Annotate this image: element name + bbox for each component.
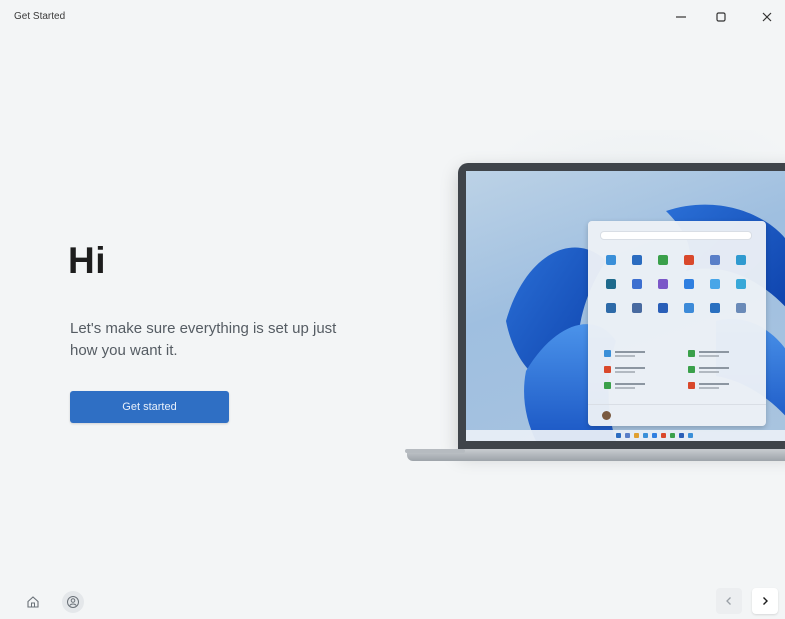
start-search-bar <box>600 231 752 240</box>
laptop-screen <box>466 171 785 441</box>
user-avatar <box>602 411 611 420</box>
page-title: Hi <box>68 240 106 281</box>
minimize-icon <box>676 16 686 18</box>
minimize-button[interactable] <box>666 4 696 30</box>
maximize-button[interactable] <box>706 4 736 30</box>
laptop-base-edge <box>405 449 465 453</box>
taskbar <box>466 430 785 441</box>
start-menu <box>588 221 766 426</box>
account-icon <box>67 596 79 608</box>
laptop-illustration <box>458 163 785 451</box>
start-menu-footer <box>588 404 766 426</box>
page-subtitle: Let's make sure everything is set up jus… <box>70 320 337 359</box>
close-button[interactable] <box>752 4 782 30</box>
get-started-button[interactable]: Get started <box>70 391 229 423</box>
chevron-left-icon <box>726 597 731 605</box>
home-button[interactable] <box>22 591 44 613</box>
account-button[interactable] <box>62 591 84 613</box>
chevron-right-icon <box>763 597 768 605</box>
next-button[interactable] <box>752 588 778 614</box>
previous-button[interactable] <box>716 588 742 614</box>
app-title: Get Started <box>14 11 66 22</box>
title-bar: Get Started <box>0 0 785 34</box>
home-icon <box>27 596 39 608</box>
close-icon <box>762 12 772 22</box>
maximize-icon <box>716 12 726 22</box>
